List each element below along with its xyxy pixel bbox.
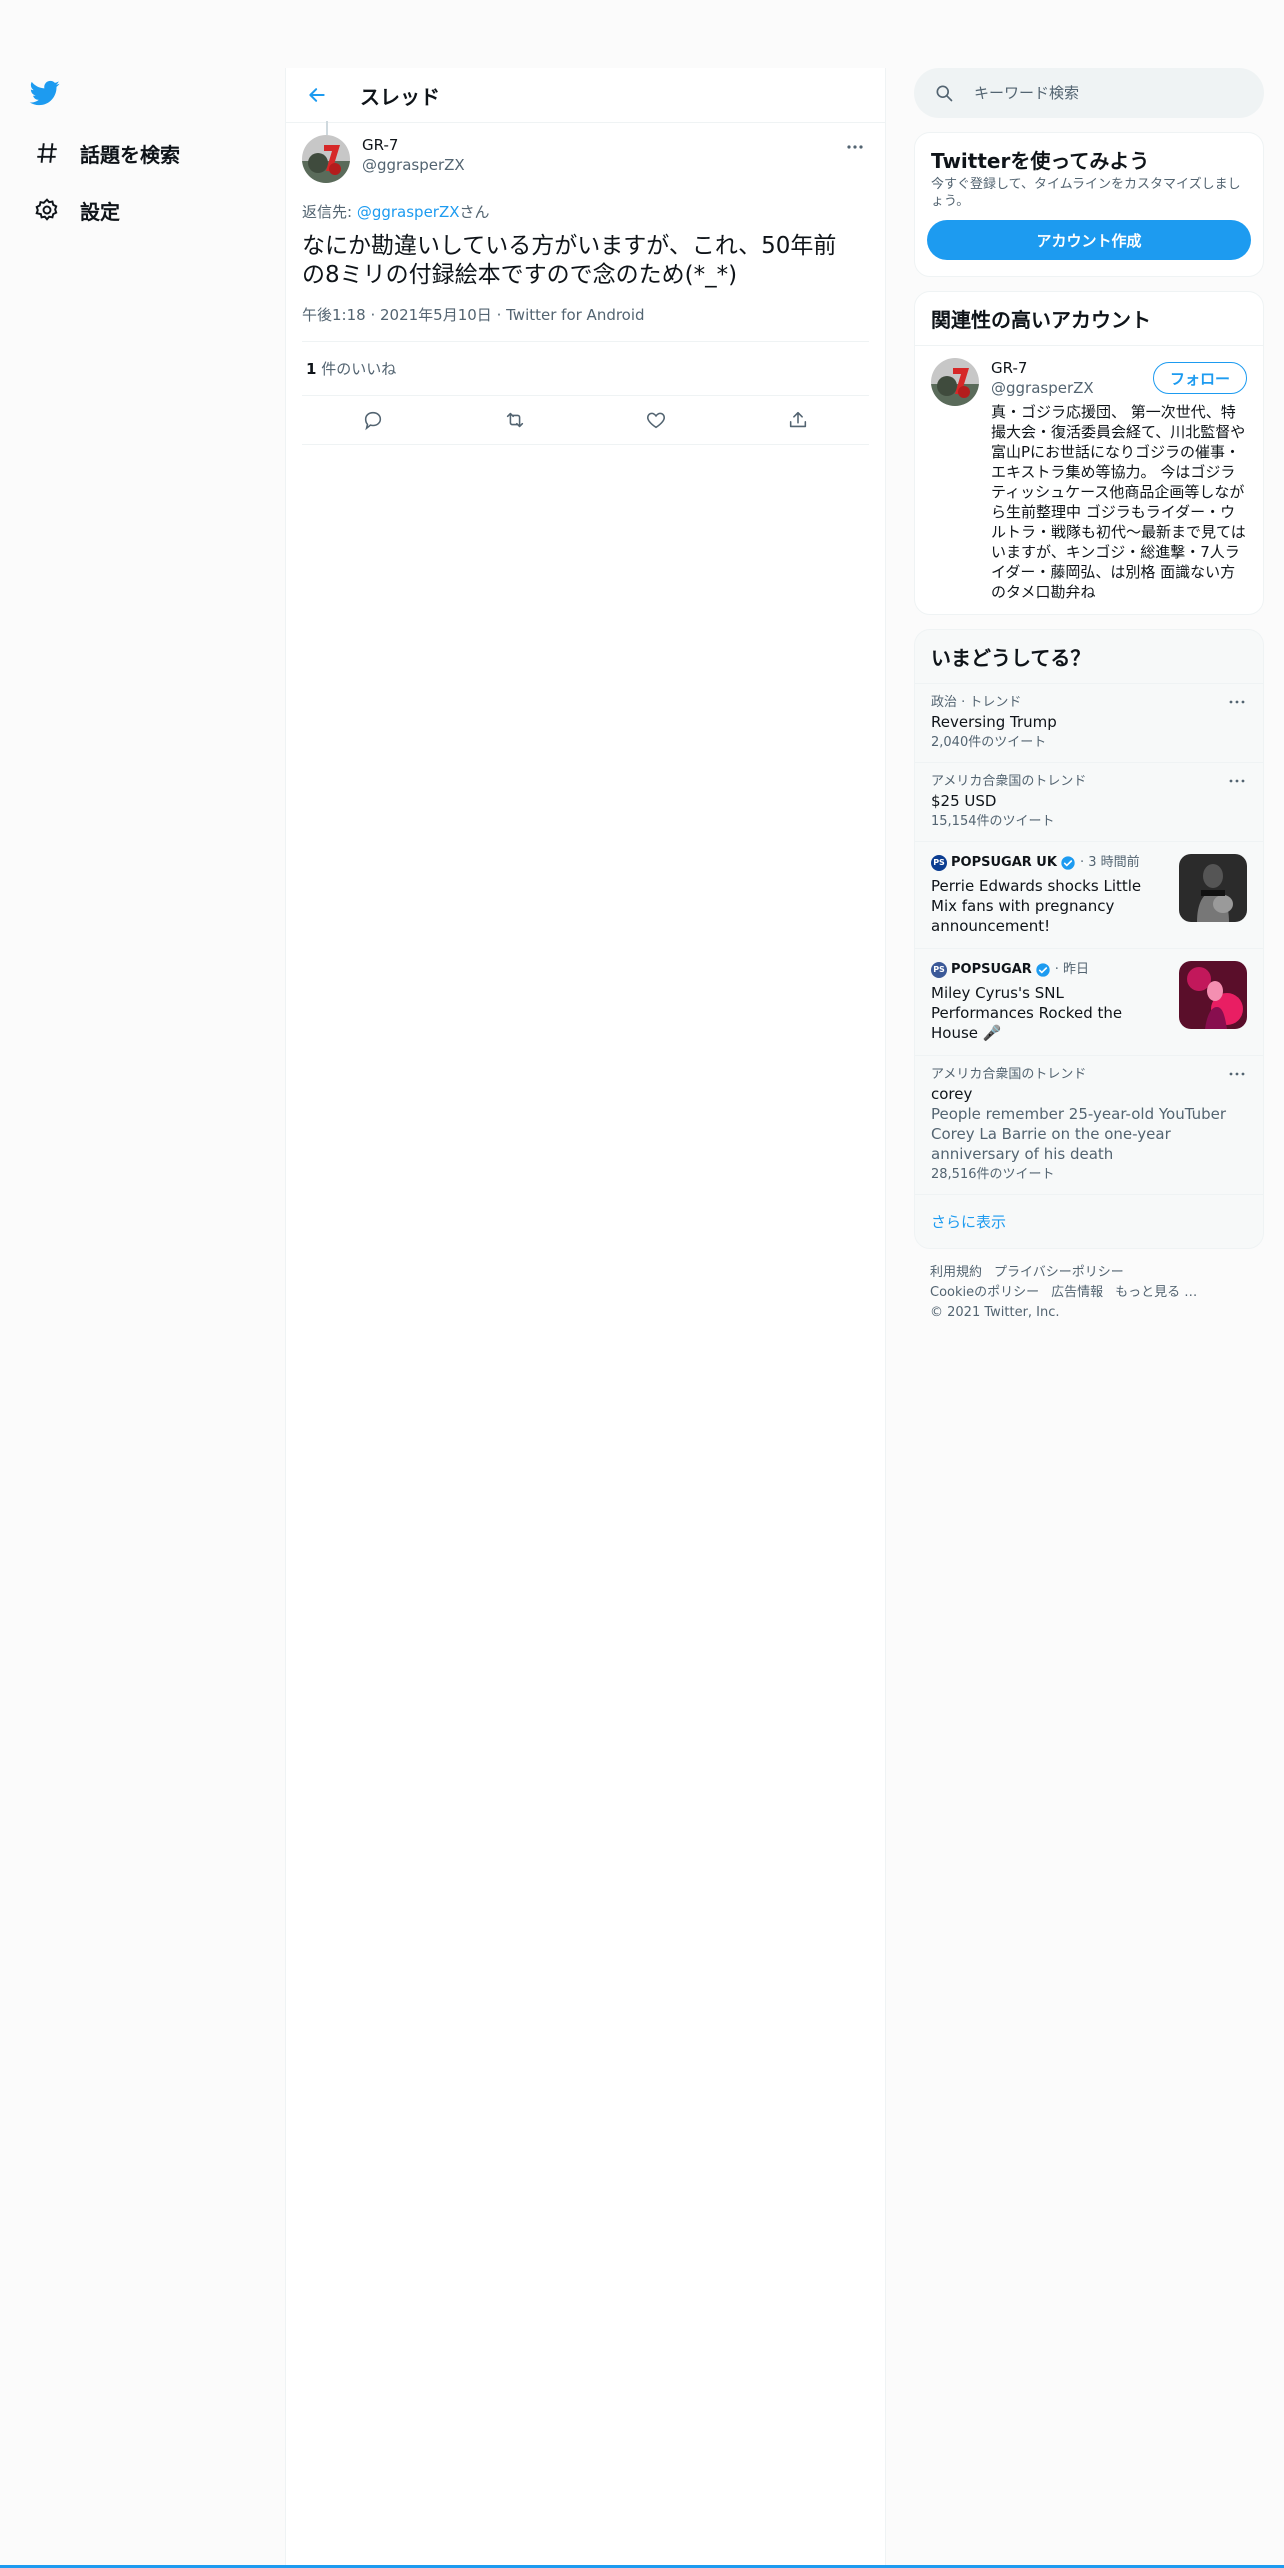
nav-explore[interactable]: 話題を検索 [32, 138, 180, 168]
retweet-icon[interactable] [495, 400, 535, 440]
search-input[interactable] [972, 83, 1236, 103]
trend-context: アメリカ合衆国のトレンド [931, 774, 1087, 789]
verified-badge-icon [1035, 962, 1051, 978]
back-arrow-icon[interactable] [302, 80, 332, 110]
related-accounts-title: 関連性の高いアカウント [915, 292, 1263, 346]
thread-header: スレッド [286, 68, 885, 123]
tweet-detail: GR-7 @ggrasperZX 返信先: @ggrasperZXさん なにか勘… [286, 121, 885, 445]
tweet-author-handle[interactable]: @ggrasperZX [362, 155, 465, 175]
news-thumbnail [1179, 854, 1247, 922]
source-logo-icon: PS [931, 855, 947, 871]
news-source: POPSUGAR [951, 962, 1032, 977]
search-box[interactable] [914, 68, 1264, 118]
terms-link[interactable]: 利用規約 [930, 1265, 982, 1280]
reply-to-line: 返信先: @ggrasperZXさん [302, 201, 869, 222]
reply-to-handle-link[interactable]: @ggrasperZX [357, 203, 460, 221]
nav-settings[interactable]: 設定 [32, 195, 120, 225]
twitter-logo-icon[interactable] [28, 78, 68, 112]
tweet-time[interactable]: 午後1:18 [302, 306, 366, 324]
trends-title: いまどうしてる？ [931, 646, 1091, 670]
reply-prefix: 返信先: [302, 203, 357, 221]
more-options-icon[interactable] [1227, 1068, 1247, 1080]
news-thumbnail [1179, 961, 1247, 1029]
trend-name: Reversing Trump [931, 713, 1057, 731]
trend-count: 28,516件のツイート [931, 1167, 1055, 1182]
copyright: © 2021 Twitter, Inc. [930, 1305, 1060, 1320]
avatar[interactable] [931, 358, 979, 406]
page-title: スレッド [360, 84, 440, 109]
tweet-source[interactable]: Twitter for Android [506, 306, 644, 324]
right-sidebar: Twitterを使ってみよう 今すぐ登録して、タイムラインをカスタマイズしましょ… [914, 68, 1264, 1337]
main-column: スレッド GR-7 @ggrasperZX 返信先: @ggrasperZXさん… [285, 68, 886, 2568]
left-sidebar: 話題を検索 設定 [0, 0, 285, 2568]
search-icon [934, 83, 954, 103]
trend-description: People remember 25-year-old YouTuber Cor… [931, 1105, 1227, 1163]
likes-label: 件のいいね [316, 360, 397, 378]
tweet-text: なにか勘違いしている方がいますが、これ、50年前の8ミリの付録絵本ですので念のた… [302, 233, 837, 288]
trend-context: 政治 · トレンド [931, 695, 1022, 710]
share-icon[interactable] [778, 400, 818, 440]
show-more-link[interactable]: さらに表示 [915, 1194, 1263, 1248]
privacy-link[interactable]: プライバシーポリシー [994, 1265, 1124, 1280]
ads-info-link[interactable]: 広告情報 [1051, 1285, 1103, 1300]
verified-badge-icon [1060, 855, 1076, 871]
trend-name: corey [931, 1085, 973, 1103]
nav-explore-label: 話題を検索 [80, 142, 180, 167]
related-account-bio: 真・ゴジラ応援団、 第一次世代、特撮大会・復活委員会経て、川北監督や富山Pにお世… [991, 403, 1246, 601]
like-heart-icon[interactable] [636, 400, 676, 440]
likes-count: 1 [306, 360, 317, 378]
news-item[interactable]: PS POPSUGAR UK · 3 時間前 Perrie Edwards sh… [915, 841, 1263, 948]
more-options-icon[interactable] [1227, 696, 1247, 708]
signup-card: Twitterを使ってみよう 今すぐ登録して、タイムラインをカスタマイズしましょ… [914, 132, 1264, 277]
related-accounts-card: 関連性の高いアカウント GR-7 @ggrasperZX 真・ゴジラ応援団、 第… [914, 291, 1264, 615]
trend-item[interactable]: アメリカ合衆国のトレンド corey People remember 25-ye… [915, 1055, 1263, 1194]
tweet-meta: 午後1:18 · 2021年5月10日 · Twitter for Androi… [302, 304, 869, 342]
cookie-policy-link[interactable]: Cookieのポリシー [930, 1285, 1039, 1300]
tweet-actions [302, 396, 869, 445]
nav-settings-label: 設定 [80, 199, 120, 224]
trend-item[interactable]: アメリカ合衆国のトレンド $25 USD 15,154件のツイート [915, 762, 1263, 841]
trend-item[interactable]: 政治 · トレンド Reversing Trump 2,040件のツイート [915, 683, 1263, 762]
trend-count: 2,040件のツイート [931, 735, 1047, 750]
avatar[interactable] [302, 135, 350, 183]
news-time: · 3 時間前 [1079, 855, 1140, 870]
news-time: · 昨日 [1054, 962, 1090, 977]
follow-button[interactable]: フォロー [1152, 362, 1247, 394]
likes-summary[interactable]: 1 件のいいね [302, 342, 869, 396]
related-account-item[interactable]: GR-7 @ggrasperZX 真・ゴジラ応援団、 第一次世代、特撮大会・復活… [915, 346, 1263, 614]
reply-suffix: さん [459, 203, 490, 221]
source-logo-icon: PS [931, 962, 947, 978]
trend-count: 15,154件のツイート [931, 814, 1055, 829]
hashtag-icon [32, 138, 62, 168]
more-options-icon[interactable] [1227, 775, 1247, 787]
signup-title: Twitterを使ってみよう [931, 149, 1150, 173]
more-link[interactable]: もっと見る … [1115, 1285, 1197, 1300]
news-title: Miley Cyrus's SNL Performances Rocked th… [931, 984, 1123, 1042]
trend-context: アメリカ合衆国のトレンド [931, 1067, 1087, 1082]
news-source: POPSUGAR UK [951, 855, 1057, 870]
more-options-icon[interactable] [843, 139, 867, 155]
tweet-header: GR-7 @ggrasperZX [302, 123, 869, 183]
tweet-date[interactable]: 2021年5月10日 [380, 306, 492, 324]
page: 話題を検索 設定 スレッド GR-7 @ggrasperZX 返信先: @ggr… [0, 0, 1284, 2568]
footer: 利用規約 プライバシーポリシー Cookieのポリシー 広告情報 もっと見る … © … [914, 1249, 1264, 1337]
news-title: Perrie Edwards shocks Little Mix fans wi… [931, 877, 1142, 935]
tweet-author-name[interactable]: GR-7 [362, 135, 465, 155]
signup-description: 今すぐ登録して、タイムラインをカスタマイズしましょう。 [931, 177, 1241, 209]
thread-connector-line [326, 121, 328, 135]
news-item[interactable]: PS POPSUGAR · 昨日 Miley Cyrus's SNL Perfo… [915, 948, 1263, 1055]
create-account-button[interactable]: アカウント作成 [927, 220, 1251, 260]
trends-card: いまどうしてる？ 政治 · トレンド Reversing Trump 2,040… [914, 629, 1264, 1249]
trend-name: $25 USD [931, 792, 997, 810]
gear-icon [32, 195, 62, 225]
reply-icon[interactable] [353, 400, 393, 440]
